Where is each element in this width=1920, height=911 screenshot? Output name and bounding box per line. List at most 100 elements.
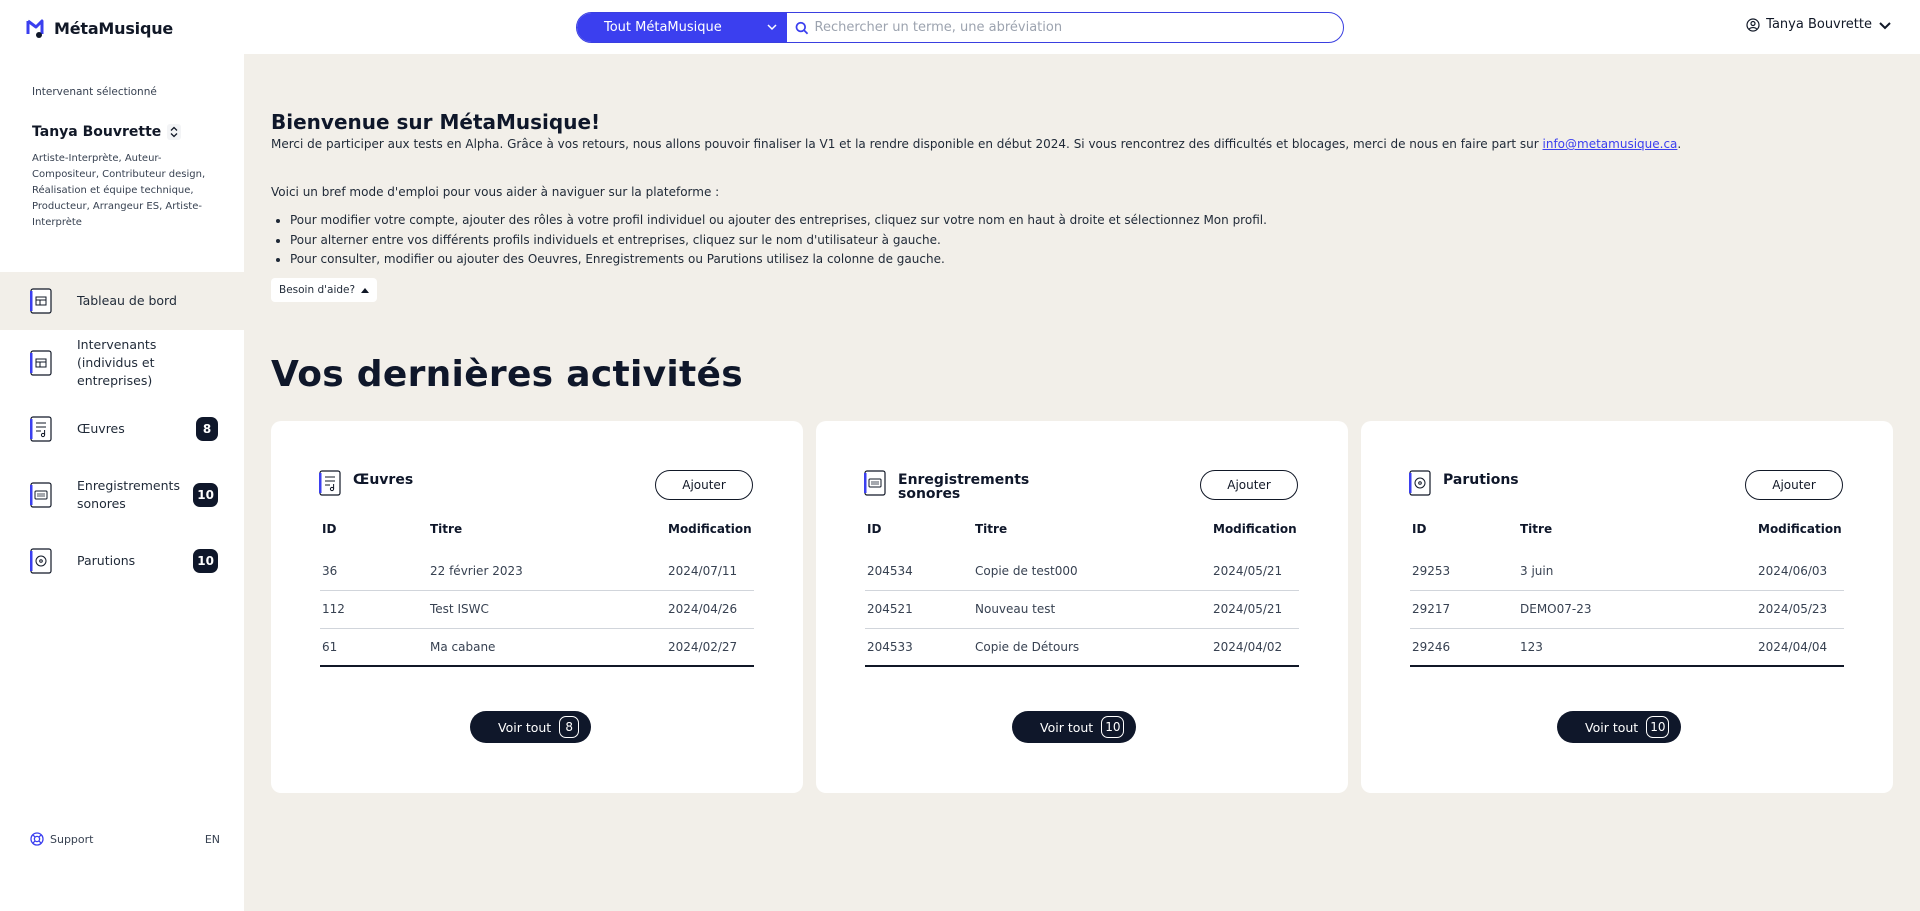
cell-title: 3 juin [1520, 552, 1758, 591]
table-row[interactable]: 29253 3 juin 2024/06/03 [1410, 552, 1844, 591]
view-all-label: Voir tout [498, 719, 552, 735]
cell-modification: 2024/05/21 [1213, 552, 1299, 591]
add-recording-button[interactable]: Ajouter [1200, 470, 1298, 500]
search-bar: Tout MétaMusique [576, 12, 1344, 43]
chevron-down-icon [1879, 21, 1891, 29]
view-all-works-button[interactable]: Voir tout 8 [470, 711, 592, 743]
cell-title: Copie de test000 [975, 552, 1213, 591]
works-icon [319, 470, 341, 496]
profile-switcher[interactable]: Tanya Bouvrette [32, 124, 182, 140]
releases-icon [1409, 470, 1431, 496]
releases-count-badge: 10 [193, 549, 218, 573]
column-header-modification[interactable]: Modification [668, 517, 754, 552]
column-header-id[interactable]: ID [865, 517, 975, 552]
sidebar-footer: Support EN [30, 832, 220, 846]
table-row[interactable]: 112 Test ISWC 2024/04/26 [320, 590, 754, 629]
card-header: Enregistrements sonores [864, 470, 1029, 501]
top-bar: MétaMusique Tout MétaMusique Tanya Bouvr… [0, 0, 1920, 54]
cell-title: DEMO07-23 [1520, 590, 1758, 629]
sidebar-nav: Tableau de bord Intervenants (individus … [0, 272, 244, 594]
table-row[interactable]: 204521 Nouveau test 2024/05/21 [865, 590, 1299, 629]
user-menu[interactable]: Tanya Bouvrette [1746, 17, 1892, 32]
sidebar: Intervenant sélectionné Tanya Bouvrette … [0, 54, 244, 911]
table-row[interactable]: 204534 Copie de test000 2024/05/21 [865, 552, 1299, 591]
selected-contributor-label: Intervenant sélectionné [32, 86, 157, 98]
cell-id: 112 [320, 590, 430, 629]
search-scope-select[interactable]: Tout MétaMusique [577, 13, 787, 42]
welcome-message-text: Merci de participer aux tests en Alpha. … [271, 137, 1543, 151]
search-input[interactable] [814, 20, 1343, 35]
up-down-chevron-icon [167, 124, 182, 140]
help-toggle-label: Besoin d'aide? [279, 284, 356, 296]
cell-modification: 2024/06/03 [1758, 552, 1844, 591]
guide-intro: Voici un bref mode d'emploi pour vous ai… [271, 185, 720, 199]
releases-icon [30, 548, 52, 574]
view-all-recordings-button[interactable]: Voir tout 10 [1012, 711, 1137, 743]
view-all-count: 10 [1646, 716, 1670, 738]
table-row[interactable]: 36 22 février 2023 2024/07/11 [320, 552, 754, 591]
view-all-releases-button[interactable]: Voir tout 10 [1557, 711, 1682, 743]
user-icon [1746, 17, 1760, 32]
works-table: ID Titre Modification 36 22 février 2023… [320, 517, 754, 667]
cell-modification: 2024/05/21 [1213, 590, 1299, 629]
column-header-title[interactable]: Titre [975, 517, 1213, 552]
contact-email-link[interactable]: info@metamusique.ca [1543, 137, 1678, 151]
recordings-count-badge: 10 [193, 483, 218, 507]
card-title: Œuvres [353, 472, 414, 488]
releases-card: Parutions Ajouter ID Titre Modification … [1361, 421, 1893, 793]
guide-list: Pour modifier votre compte, ajouter des … [290, 211, 1267, 270]
welcome-message: Merci de participer aux tests en Alpha. … [271, 137, 1681, 151]
table-row[interactable]: 29217 DEMO07-23 2024/05/23 [1410, 590, 1844, 629]
view-all-label: Voir tout [1585, 719, 1639, 735]
table-row[interactable]: 29246 123 2024/04/04 [1410, 628, 1844, 667]
cell-id: 204521 [865, 590, 975, 629]
cell-id: 29217 [1410, 590, 1520, 629]
welcome-message-end: . [1677, 137, 1682, 151]
sidebar-item-contributors[interactable]: Intervenants (individus et entreprises) [0, 330, 244, 396]
contributor-roles: Artiste-Interprète, Auteur-Compositeur, … [32, 153, 206, 228]
column-header-modification[interactable]: Modification [1213, 517, 1299, 552]
column-header-title[interactable]: Titre [1520, 517, 1758, 552]
cell-id: 29253 [1410, 552, 1520, 591]
cell-title: Ma cabane [430, 628, 668, 667]
app-logo[interactable]: MétaMusique [26, 17, 173, 39]
sidebar-item-dashboard[interactable]: Tableau de bord [0, 272, 244, 330]
sidebar-item-recordings[interactable]: Enregistrements sonores 10 [0, 462, 244, 528]
column-header-modification[interactable]: Modification [1758, 517, 1844, 552]
support-label: Support [50, 832, 94, 846]
cell-id: 204534 [865, 552, 975, 591]
add-release-button[interactable]: Ajouter [1745, 470, 1843, 500]
language-toggle[interactable]: EN [205, 833, 220, 846]
cell-title: 22 février 2023 [430, 552, 668, 591]
column-header-id[interactable]: ID [320, 517, 430, 552]
cell-id: 204533 [865, 628, 975, 667]
view-all-count: 10 [1101, 716, 1125, 738]
recordings-table: ID Titre Modification 204534 Copie de te… [865, 517, 1299, 667]
cell-modification: 2024/07/11 [668, 552, 754, 591]
column-header-title[interactable]: Titre [430, 517, 668, 552]
add-work-button[interactable]: Ajouter [655, 470, 753, 500]
chevron-down-icon [767, 24, 777, 31]
works-icon [30, 416, 52, 442]
guide-item: Pour modifier votre compte, ajouter des … [290, 211, 1267, 231]
column-header-id[interactable]: ID [1410, 517, 1520, 552]
help-toggle-button[interactable]: Besoin d'aide? [271, 278, 378, 302]
cell-modification: 2024/02/27 [668, 628, 754, 667]
sidebar-item-label: Intervenants (individus et entreprises) [77, 337, 157, 388]
search-field [787, 13, 1343, 42]
table-row[interactable]: 61 Ma cabane 2024/02/27 [320, 628, 754, 667]
sidebar-item-works[interactable]: Œuvres 8 [0, 396, 244, 462]
logo-icon [26, 19, 44, 38]
cell-title: Nouveau test [975, 590, 1213, 629]
works-card: Œuvres Ajouter ID Titre Modification 36 … [271, 421, 803, 793]
dashboard-icon [30, 288, 52, 314]
sidebar-item-releases[interactable]: Parutions 10 [0, 528, 244, 594]
support-link[interactable]: Support [30, 832, 93, 846]
table-row[interactable]: 204533 Copie de Détours 2024/04/02 [865, 628, 1299, 667]
cell-title: Test ISWC [430, 590, 668, 629]
activities-title: Vos dernières activités [271, 354, 743, 395]
main-content: Bienvenue sur MétaMusique! Merci de part… [244, 54, 1920, 911]
guide-item: Pour consulter, modifier ou ajouter des … [290, 250, 1267, 270]
app-name: MétaMusique [54, 18, 174, 38]
releases-table: ID Titre Modification 29253 3 juin 2024/… [1410, 517, 1844, 667]
